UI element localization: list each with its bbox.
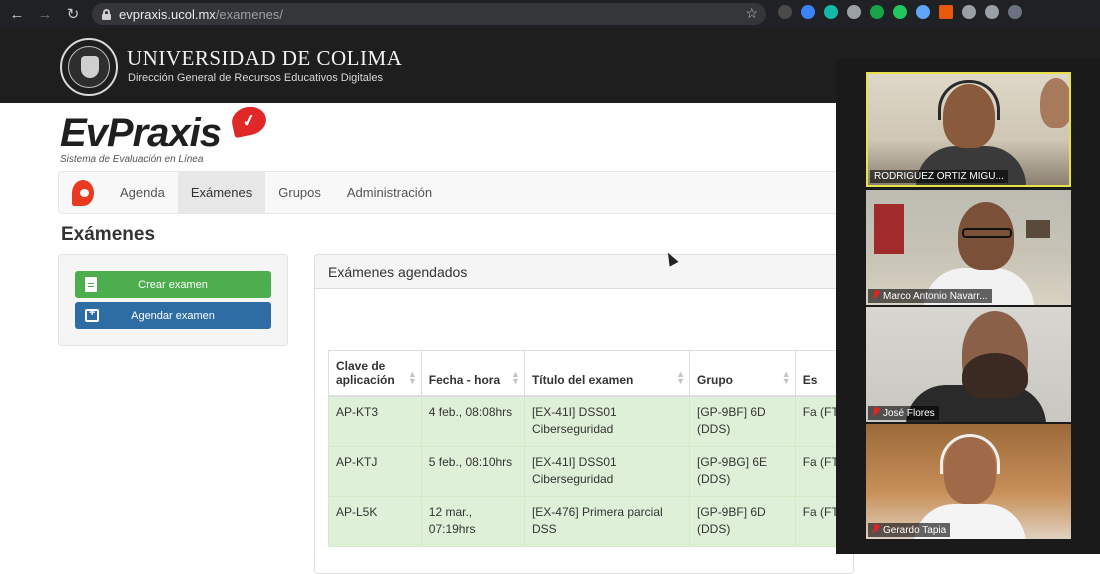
nav-item-grupos[interactable]: Grupos <box>265 172 334 213</box>
calendar-plus-icon <box>85 307 99 322</box>
participant-video-tile[interactable]: Marco Antonio Navarr... <box>866 190 1071 305</box>
navbar-logo-icon[interactable] <box>59 172 107 213</box>
browser-extension-icon[interactable] <box>824 5 838 19</box>
muted-mic-icon <box>872 524 880 534</box>
browser-toolbar: ← → ↻ evpraxis.ucol.mx /examenes/ ☆ <box>0 0 1100 28</box>
browser-extension-icon[interactable] <box>870 5 884 19</box>
table-row[interactable]: AP-KT3 4 feb., 08:08hrs [EX-41I] DSS01 C… <box>328 395 853 447</box>
cell-grupo: [GP-9BF] 6D (DDS) <box>689 495 796 547</box>
browser-extension-icon[interactable] <box>847 5 861 19</box>
bookmark-star-icon[interactable]: ☆ <box>745 5 758 22</box>
scheduled-exams-panel: Exámenes agendados Clave de aplicación ▲ ▼… <box>314 254 854 574</box>
sort-icon: ▲ ▼ <box>781 369 791 386</box>
table-row[interactable]: AP-KTJ 5 feb., 08:10hrs [EX-41I] DSS01 C… <box>328 445 853 497</box>
column-header-clave[interactable]: Clave de aplicación ▲ ▼ <box>328 350 422 397</box>
cell-titulo: [EX-41I] DSS01 Ciberseguridad <box>523 445 691 497</box>
url-path: /examenes/ <box>215 6 284 22</box>
browser-extension-icon[interactable] <box>962 5 976 19</box>
muted-mic-icon <box>872 407 880 417</box>
nav-item-agenda[interactable]: Agenda <box>107 172 178 213</box>
browser-extension-icon[interactable] <box>1008 5 1022 19</box>
reload-icon[interactable]: ↻ <box>62 3 84 25</box>
participant-video-tile[interactable]: Gerardo Tapia <box>866 424 1071 539</box>
extensions-bar <box>778 5 1022 19</box>
app-name: EvPraxis <box>60 111 222 155</box>
sort-icon: ▲ ▼ <box>676 369 686 386</box>
muted-mic-icon <box>872 290 880 300</box>
browser-extension-icon[interactable] <box>939 5 953 19</box>
cell-clave: AP-KTJ <box>328 445 422 497</box>
app-tagline: Sistema de Evaluación en Línea <box>60 154 204 165</box>
app-logo-check-icon: ✓ <box>229 103 269 139</box>
cell-clave: AP-L5K <box>328 495 422 547</box>
app-brand[interactable]: EvPraxis Sistema de Evaluación en Línea <box>60 111 222 165</box>
schedule-exam-label: Agendar examen <box>131 309 215 322</box>
nav-item-examenes[interactable]: Exámenes <box>177 172 266 213</box>
sort-icon: ▲ ▼ <box>407 369 417 386</box>
address-bar[interactable]: evpraxis.ucol.mx /examenes/ ☆ <box>92 3 766 25</box>
document-icon <box>85 277 97 292</box>
schedule-exam-button[interactable]: Agendar examen <box>75 302 271 329</box>
lock-icon <box>102 8 111 20</box>
table-row[interactable]: AP-L5K 12 mar., 07:19hrs [EX-476] Primer… <box>328 495 853 547</box>
browser-extension-icon[interactable] <box>801 5 815 19</box>
column-header-grupo[interactable]: Grupo ▲ ▼ <box>689 350 796 397</box>
scheduled-exams-table: Clave de aplicación ▲ ▼ Fecha - hora ▲ ▼ Tít… <box>328 350 853 547</box>
participant-name: Marco Antonio Navarr... <box>868 289 992 303</box>
forward-icon[interactable]: → <box>34 3 56 25</box>
browser-extension-icon[interactable] <box>778 5 792 19</box>
create-exam-label: Crear examen <box>138 278 208 291</box>
university-seal-logo <box>60 38 118 96</box>
cell-titulo: [EX-476] Primera parcial DSS <box>523 495 691 547</box>
institution-subtitle: Dirección General de Recursos Educativos… <box>128 72 383 84</box>
cell-fecha: 12 mar., 07:19hrs <box>420 495 525 547</box>
nav-item-administracion[interactable]: Administración <box>334 172 445 213</box>
cell-clave: AP-KT3 <box>328 395 422 447</box>
url-host: evpraxis.ucol.mx <box>119 6 216 22</box>
participant-video-tile[interactable]: RODRIGUEZ ORTIZ MIGU... <box>866 72 1071 187</box>
back-icon[interactable]: ← <box>6 3 28 25</box>
column-header-fecha[interactable]: Fecha - hora ▲ ▼ <box>420 350 525 397</box>
cell-titulo: [EX-41I] DSS01 Ciberseguridad <box>523 395 691 447</box>
participant-name: Gerardo Tapia <box>868 523 951 537</box>
browser-extension-icon[interactable] <box>916 5 930 19</box>
create-exam-button[interactable]: Crear examen <box>75 271 271 298</box>
participant-name: José Flores <box>868 406 939 420</box>
cell-grupo: [GP-9BG] 6E (DDS) <box>689 445 796 497</box>
cell-fecha: 5 feb., 08:10hrs <box>420 445 525 497</box>
cell-grupo: [GP-9BF] 6D (DDS) <box>689 395 796 447</box>
participant-name: RODRIGUEZ ORTIZ MIGU... <box>870 170 1008 183</box>
institution-name: UNIVERSIDAD DE COLIMA <box>127 46 403 70</box>
column-header-titulo[interactable]: Título del examen ▲ ▼ <box>523 350 691 397</box>
browser-extension-icon[interactable] <box>893 5 907 19</box>
sort-icon: ▲ ▼ <box>511 369 520 386</box>
actions-panel: Crear examen Agendar examen <box>58 254 288 346</box>
participant-video-tile[interactable]: José Flores <box>866 307 1071 422</box>
cell-fecha: 4 feb., 08:08hrs <box>420 395 525 447</box>
main-navbar: Agenda Exámenes Grupos Administración <box>58 171 858 214</box>
panel-heading: Exámenes agendados <box>315 255 853 289</box>
page-title: Exámenes <box>61 224 156 245</box>
browser-extension-icon[interactable] <box>985 5 999 19</box>
